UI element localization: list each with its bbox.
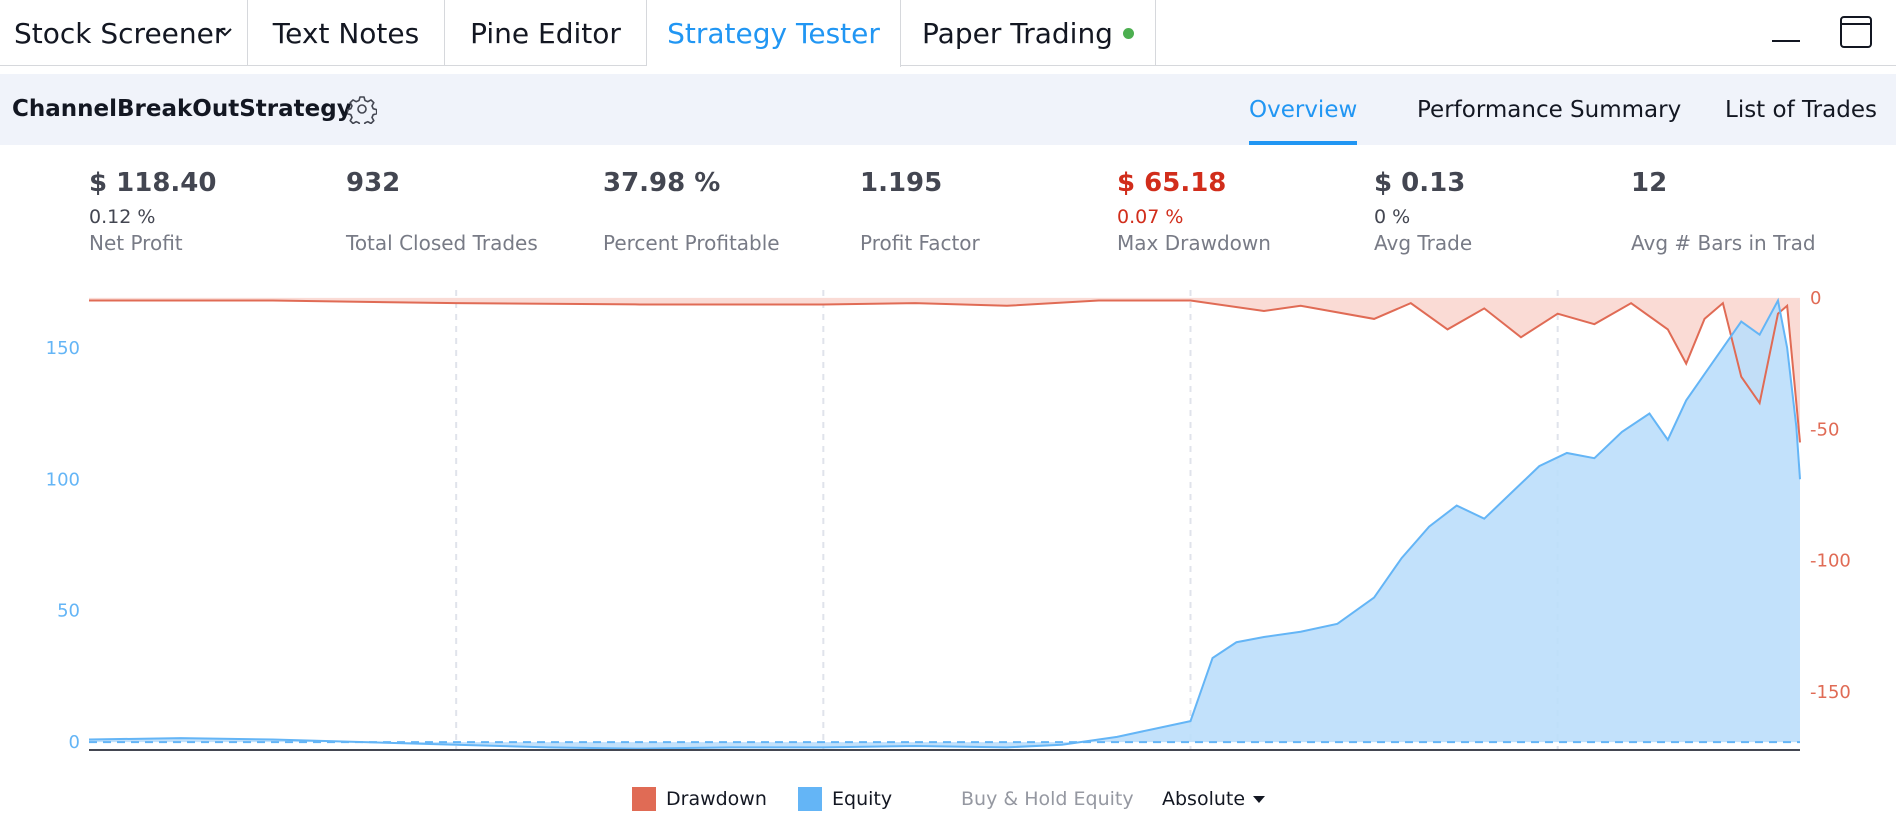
y-right-tick-label: -150 xyxy=(1810,682,1851,703)
chevron-down-icon[interactable] xyxy=(215,20,235,44)
stat-value: $ 118.40 xyxy=(89,168,217,198)
maximize-icon[interactable] xyxy=(1838,14,1874,50)
y-left-tick-label: 0 xyxy=(69,732,80,753)
drawdown-area xyxy=(89,297,1800,443)
stat-value: $ 65.18 xyxy=(1117,168,1227,198)
connected-status-dot xyxy=(1122,27,1134,39)
tab-overview[interactable]: Overview xyxy=(1249,74,1358,145)
stat-avg-trade: $ 0.13 0 % Avg Trade xyxy=(1374,168,1624,255)
tab-performance-summary[interactable]: Performance Summary xyxy=(1417,74,1681,145)
caret-down-icon xyxy=(1253,795,1266,803)
legend-drawdown-swatch xyxy=(632,787,656,811)
stat-label: Total Closed Trades xyxy=(346,231,538,255)
tab-stock-screener-label: Stock Screener xyxy=(14,16,226,50)
stat-percent: 0 % xyxy=(1374,206,1411,228)
tab-paper-trading-label: Paper Trading xyxy=(922,16,1113,50)
stat-percent: 0.07 % xyxy=(1117,206,1184,228)
scale-mode-label: Absolute xyxy=(1162,788,1246,810)
stat-total-closed-trades: 932 Total Closed Trades xyxy=(346,168,596,255)
equity-area xyxy=(89,300,1800,749)
y-right-tick-label: -50 xyxy=(1810,419,1839,440)
drawdown-line xyxy=(89,299,1801,443)
tab-text-notes[interactable]: Text Notes xyxy=(248,0,445,66)
stat-percent: 0.12 % xyxy=(89,206,156,228)
stat-max-drawdown: $ 65.18 0.07 % Max Drawdown xyxy=(1117,168,1367,255)
stat-percent xyxy=(860,204,1110,231)
tab-pine-editor[interactable]: Pine Editor xyxy=(445,0,647,66)
legend-buy-hold-equity[interactable]: Buy & Hold Equity xyxy=(961,786,1134,812)
stat-label: Avg Trade xyxy=(1374,231,1473,255)
y-left-tick-label: 150 xyxy=(46,338,80,359)
legend-equity[interactable]: Equity xyxy=(798,786,892,812)
stat-percent xyxy=(603,204,853,231)
stat-percent xyxy=(346,204,596,231)
strategy-tester-panel: Stock Screener Text Notes Pine Editor St… xyxy=(0,0,1896,818)
tab-pine-editor-label: Pine Editor xyxy=(470,16,621,50)
y-left-tick-label: 50 xyxy=(57,601,80,622)
stat-label: Percent Profitable xyxy=(603,231,780,255)
equity-drawdown-chart[interactable]: 2004006008000501001500-50-100-150 xyxy=(0,280,1896,760)
stat-value: 37.98 % xyxy=(603,168,721,198)
y-right-tick-label: 0 xyxy=(1810,288,1821,309)
tab-paper-trading[interactable]: Paper Trading xyxy=(901,0,1156,66)
legend-drawdown-label: Drawdown xyxy=(666,788,767,810)
strategy-name: ChannelBreakOutStrategy xyxy=(12,96,352,122)
stat-label: Net Profit xyxy=(89,231,183,255)
tab-list-of-trades[interactable]: List of Trades xyxy=(1725,74,1877,145)
scale-mode-dropdown[interactable]: Absolute xyxy=(1162,786,1266,812)
y-right-tick-label: -100 xyxy=(1810,551,1851,572)
stat-value: 932 xyxy=(346,168,401,198)
y-left-tick-label: 100 xyxy=(46,469,80,490)
stat-label: Profit Factor xyxy=(860,231,980,255)
stat-value: $ 0.13 xyxy=(1374,168,1466,198)
stat-label: Max Drawdown xyxy=(1117,231,1271,255)
tab-text-notes-label: Text Notes xyxy=(272,16,420,50)
stat-value: 12 xyxy=(1631,168,1668,198)
stat-avg-bars-in-trade: 12 Avg # Bars in Trad xyxy=(1631,168,1846,255)
stat-net-profit: $ 118.40 0.12 % Net Profit xyxy=(89,168,339,255)
gear-icon[interactable] xyxy=(347,94,377,124)
stat-label: Avg # Bars in Trad xyxy=(1631,231,1816,255)
stat-profit-factor: 1.195 Profit Factor xyxy=(860,168,1110,255)
bottom-panel-tabs: Stock Screener Text Notes Pine Editor St… xyxy=(0,0,1896,67)
legend-drawdown[interactable]: Drawdown xyxy=(632,786,767,812)
stat-percent xyxy=(1631,204,1846,231)
tab-strategy-tester-label: Strategy Tester xyxy=(667,17,880,50)
legend-buy-hold-label: Buy & Hold Equity xyxy=(961,788,1134,810)
stat-value: 1.195 xyxy=(860,168,943,198)
legend-equity-label: Equity xyxy=(832,788,893,810)
minimize-icon[interactable] xyxy=(1768,14,1804,50)
tab-stock-screener[interactable]: Stock Screener xyxy=(0,0,248,66)
legend-equity-swatch xyxy=(798,787,822,811)
tab-strategy-tester[interactable]: Strategy Tester xyxy=(647,0,901,67)
stat-percent-profitable: 37.98 % Percent Profitable xyxy=(603,168,853,255)
